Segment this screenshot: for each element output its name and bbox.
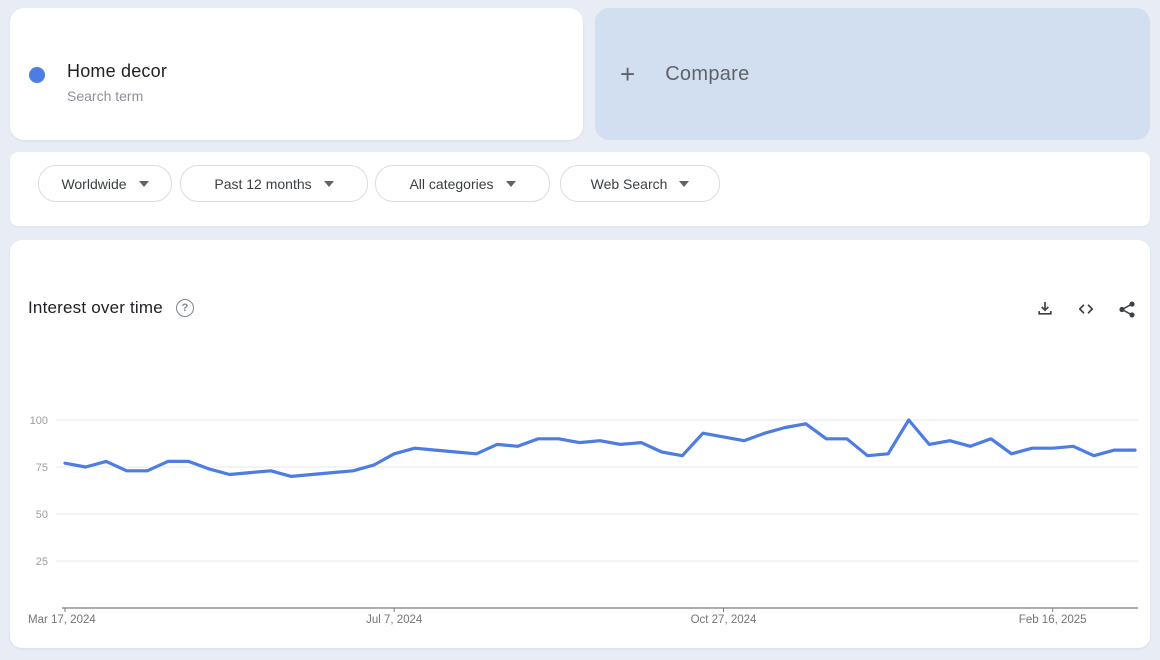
search-term-subtitle: Search term	[67, 88, 143, 104]
svg-text:Mar 17, 2024: Mar 17, 2024	[28, 614, 96, 626]
filter-category-dropdown[interactable]: All categories	[375, 165, 550, 202]
svg-text:Jul 7, 2024: Jul 7, 2024	[366, 614, 423, 626]
filter-region-label: Worldwide	[61, 176, 126, 192]
filter-bar: Worldwide Past 12 months All categories …	[10, 152, 1150, 226]
compare-add-term-button[interactable]: + Compare	[595, 8, 1150, 140]
svg-text:100: 100	[30, 415, 48, 427]
filter-region-dropdown[interactable]: Worldwide	[38, 165, 172, 202]
filter-time-label: Past 12 months	[214, 176, 311, 192]
svg-text:75: 75	[36, 462, 48, 474]
filter-time-dropdown[interactable]: Past 12 months	[180, 165, 368, 202]
series-color-dot-icon	[29, 67, 45, 83]
search-term-card[interactable]: Home decor Search term	[10, 8, 583, 140]
svg-text:Oct 27, 2024: Oct 27, 2024	[691, 614, 757, 626]
svg-text:Feb 16, 2025: Feb 16, 2025	[1019, 614, 1087, 626]
search-term-title: Home decor	[67, 61, 167, 82]
dropdown-arrow-icon	[679, 181, 689, 187]
dropdown-arrow-icon	[324, 181, 334, 187]
compare-label: Compare	[665, 63, 749, 86]
filter-search-type-dropdown[interactable]: Web Search	[560, 165, 720, 202]
dropdown-arrow-icon	[139, 181, 149, 187]
interest-over-time-card: Interest over time ? 100755025Mar 17, 20…	[10, 240, 1150, 648]
dropdown-arrow-icon	[506, 181, 516, 187]
svg-text:50: 50	[36, 509, 48, 521]
filter-category-label: All categories	[409, 176, 493, 192]
filter-search-type-label: Web Search	[591, 176, 668, 192]
plus-icon: +	[620, 61, 635, 87]
svg-text:25: 25	[36, 556, 48, 568]
interest-line-chart[interactable]: 100 75 50 25 Mar 17, 2024 Jul 7, 2024 Oct 27, …	[10, 240, 1150, 648]
